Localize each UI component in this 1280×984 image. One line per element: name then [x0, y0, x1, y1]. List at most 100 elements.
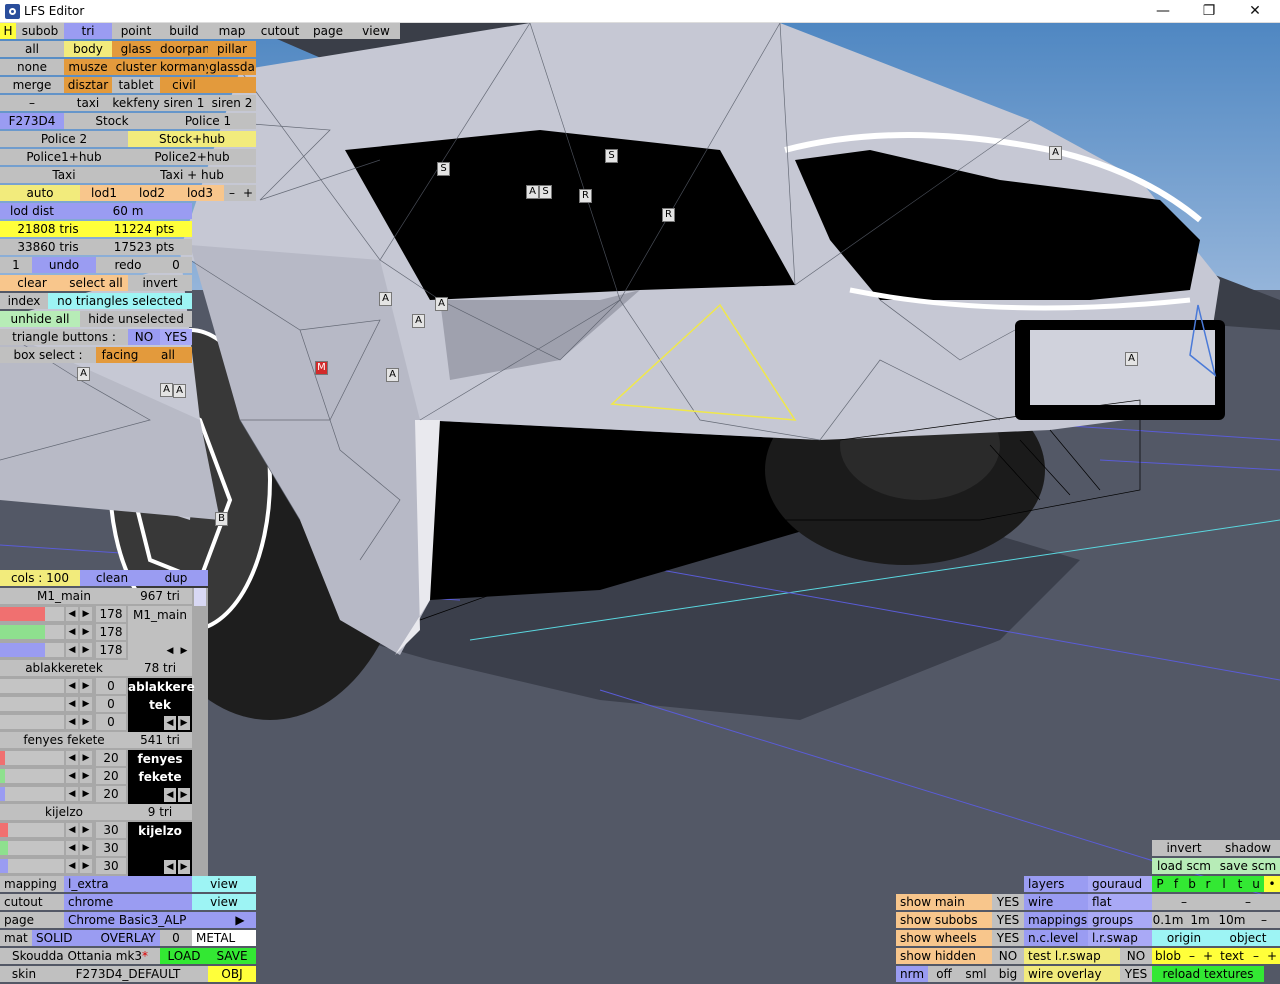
subob-glassda[interactable]: glassda	[208, 59, 256, 75]
increase-arrow-icon[interactable]: ▶	[80, 769, 92, 783]
index-button[interactable]: index	[0, 293, 48, 309]
decrease-arrow-icon[interactable]: ◀	[66, 625, 78, 639]
material-b-slider[interactable]	[0, 643, 64, 657]
origin-button[interactable]: origin	[1152, 930, 1216, 946]
subob-dash-button[interactable]: –	[0, 95, 64, 111]
material-r-value[interactable]: 0	[96, 678, 126, 694]
lod1-button[interactable]: lod1	[80, 185, 128, 201]
sml-button[interactable]: sml	[960, 966, 992, 982]
hide-unselected-button[interactable]: hide unselected	[80, 311, 192, 327]
material-b-slider[interactable]	[0, 715, 64, 729]
invert-button[interactable]: invert	[1152, 840, 1216, 856]
text-minus-button[interactable]: –	[1248, 948, 1264, 964]
subob-kekfeny[interactable]: kekfeny	[112, 95, 160, 111]
clean-button[interactable]: clean	[80, 570, 144, 586]
undo-button[interactable]: undo	[32, 257, 96, 273]
load-button[interactable]: LOAD	[160, 948, 208, 964]
material-g-value[interactable]: 178	[96, 624, 126, 640]
overlay-button[interactable]: OVERLAY	[96, 930, 160, 946]
view-tab[interactable]: view	[352, 23, 400, 39]
increase-arrow-icon[interactable]: ▶	[80, 625, 92, 639]
increase-arrow-icon[interactable]: ▶	[80, 841, 92, 855]
skin-value[interactable]: F273D4_DEFAULT	[48, 966, 208, 982]
material-b-value[interactable]: 30	[96, 858, 126, 874]
skin-police1[interactable]: Police 1	[160, 113, 256, 129]
metal-button[interactable]: METAL	[192, 930, 256, 946]
map-tab[interactable]: map	[208, 23, 256, 39]
material-r-value[interactable]: 178	[96, 606, 126, 622]
material-b-value[interactable]: 178	[96, 642, 126, 658]
subob-taxi[interactable]: taxi	[64, 95, 112, 111]
decrease-arrow-icon[interactable]: ◀	[66, 715, 78, 729]
show-subobs-button[interactable]: show subobs	[896, 912, 992, 928]
view-letter-t[interactable]: t	[1232, 876, 1248, 892]
swatch-prev-arrow-icon[interactable]: ◀	[164, 644, 176, 658]
triangle-buttons-no[interactable]: NO	[128, 329, 160, 345]
subob-pillar[interactable]: pillar	[208, 41, 256, 57]
subob-glass[interactable]: glass	[112, 41, 160, 57]
decrease-arrow-icon[interactable]: ◀	[66, 787, 78, 801]
lod-dist-value[interactable]: 60 m	[64, 203, 192, 219]
swatch-prev-arrow-icon[interactable]: ◀	[164, 788, 176, 802]
skin-police1hub[interactable]: Police1+hub	[0, 149, 128, 165]
lod-minus-button[interactable]: –	[224, 185, 240, 201]
skin-police2[interactable]: Police 2	[0, 131, 128, 147]
show-main-yes[interactable]: YES	[992, 894, 1024, 910]
load-scm-button[interactable]: load scm	[1152, 858, 1216, 874]
nrm-button[interactable]: nrm	[896, 966, 928, 982]
nclevel-button[interactable]: n.c.level	[1024, 930, 1088, 946]
material-g-slider[interactable]	[0, 769, 64, 783]
subob-all-button[interactable]: all	[0, 41, 64, 57]
flat-button[interactable]: flat	[1088, 894, 1152, 910]
h-button[interactable]: H	[0, 23, 16, 39]
mapping-view-button[interactable]: view	[192, 876, 256, 892]
swatch-next-arrow-icon[interactable]: ▶	[178, 788, 190, 802]
lod2-button[interactable]: lod2	[128, 185, 176, 201]
view-letter-b[interactable]: b	[1184, 876, 1200, 892]
material-r-slider[interactable]	[0, 607, 64, 621]
show-main-button[interactable]: show main	[896, 894, 992, 910]
material-b-slider[interactable]	[0, 787, 64, 801]
decrease-arrow-icon[interactable]: ◀	[66, 823, 78, 837]
blob-button[interactable]: blob	[1152, 948, 1184, 964]
view-letter-l[interactable]: l	[1216, 876, 1232, 892]
dash-button-2[interactable]: –	[1216, 894, 1280, 910]
view-letter-f[interactable]: f	[1168, 876, 1184, 892]
unhide-all-button[interactable]: unhide all	[0, 311, 80, 327]
close-button[interactable]: ✕	[1232, 0, 1278, 22]
cutout-view-button[interactable]: view	[192, 894, 256, 910]
dup-button[interactable]: dup	[144, 570, 208, 586]
grid-minus-button[interactable]: –	[1248, 912, 1280, 928]
text-plus-button[interactable]: +	[1264, 948, 1280, 964]
swatch-prev-arrow-icon[interactable]: ◀	[164, 860, 176, 874]
solid-button[interactable]: SOLID	[32, 930, 96, 946]
lrswap-button[interactable]: l.r.swap	[1088, 930, 1152, 946]
subob-body[interactable]: body	[64, 41, 112, 57]
redo-button[interactable]: redo	[96, 257, 160, 273]
subob-musze[interactable]: musze	[64, 59, 112, 75]
subob-tab[interactable]: subob	[16, 23, 64, 39]
decrease-arrow-icon[interactable]: ◀	[66, 697, 78, 711]
materials-scrollbar[interactable]	[194, 588, 206, 606]
increase-arrow-icon[interactable]: ▶	[80, 859, 92, 873]
build-tab[interactable]: build	[160, 23, 208, 39]
tri-tab[interactable]: tri	[64, 23, 112, 39]
swatch-next-arrow-icon[interactable]: ▶	[178, 860, 190, 874]
grid-10m-button[interactable]: 10m	[1216, 912, 1248, 928]
groups-button[interactable]: groups	[1088, 912, 1152, 928]
material-r-slider[interactable]	[0, 751, 64, 765]
save-button[interactable]: SAVE	[208, 948, 256, 964]
material-r-slider[interactable]	[0, 679, 64, 693]
blob-minus-button[interactable]: –	[1184, 948, 1200, 964]
increase-arrow-icon[interactable]: ▶	[80, 715, 92, 729]
subob-siren1[interactable]: siren 1	[160, 95, 208, 111]
wire-overlay-button[interactable]: wire overlay	[1024, 966, 1120, 982]
subob-siren2[interactable]: siren 2	[208, 95, 256, 111]
skin-stockhub[interactable]: Stock+hub	[128, 131, 256, 147]
reload-textures-button[interactable]: reload textures	[1152, 966, 1264, 982]
increase-arrow-icon[interactable]: ▶	[80, 751, 92, 765]
material-g-value[interactable]: 30	[96, 840, 126, 856]
gouraud-button[interactable]: gouraud	[1088, 876, 1152, 892]
material-name[interactable]: M1_main	[0, 588, 128, 604]
skin-taxihub[interactable]: Taxi + hub	[128, 167, 256, 183]
